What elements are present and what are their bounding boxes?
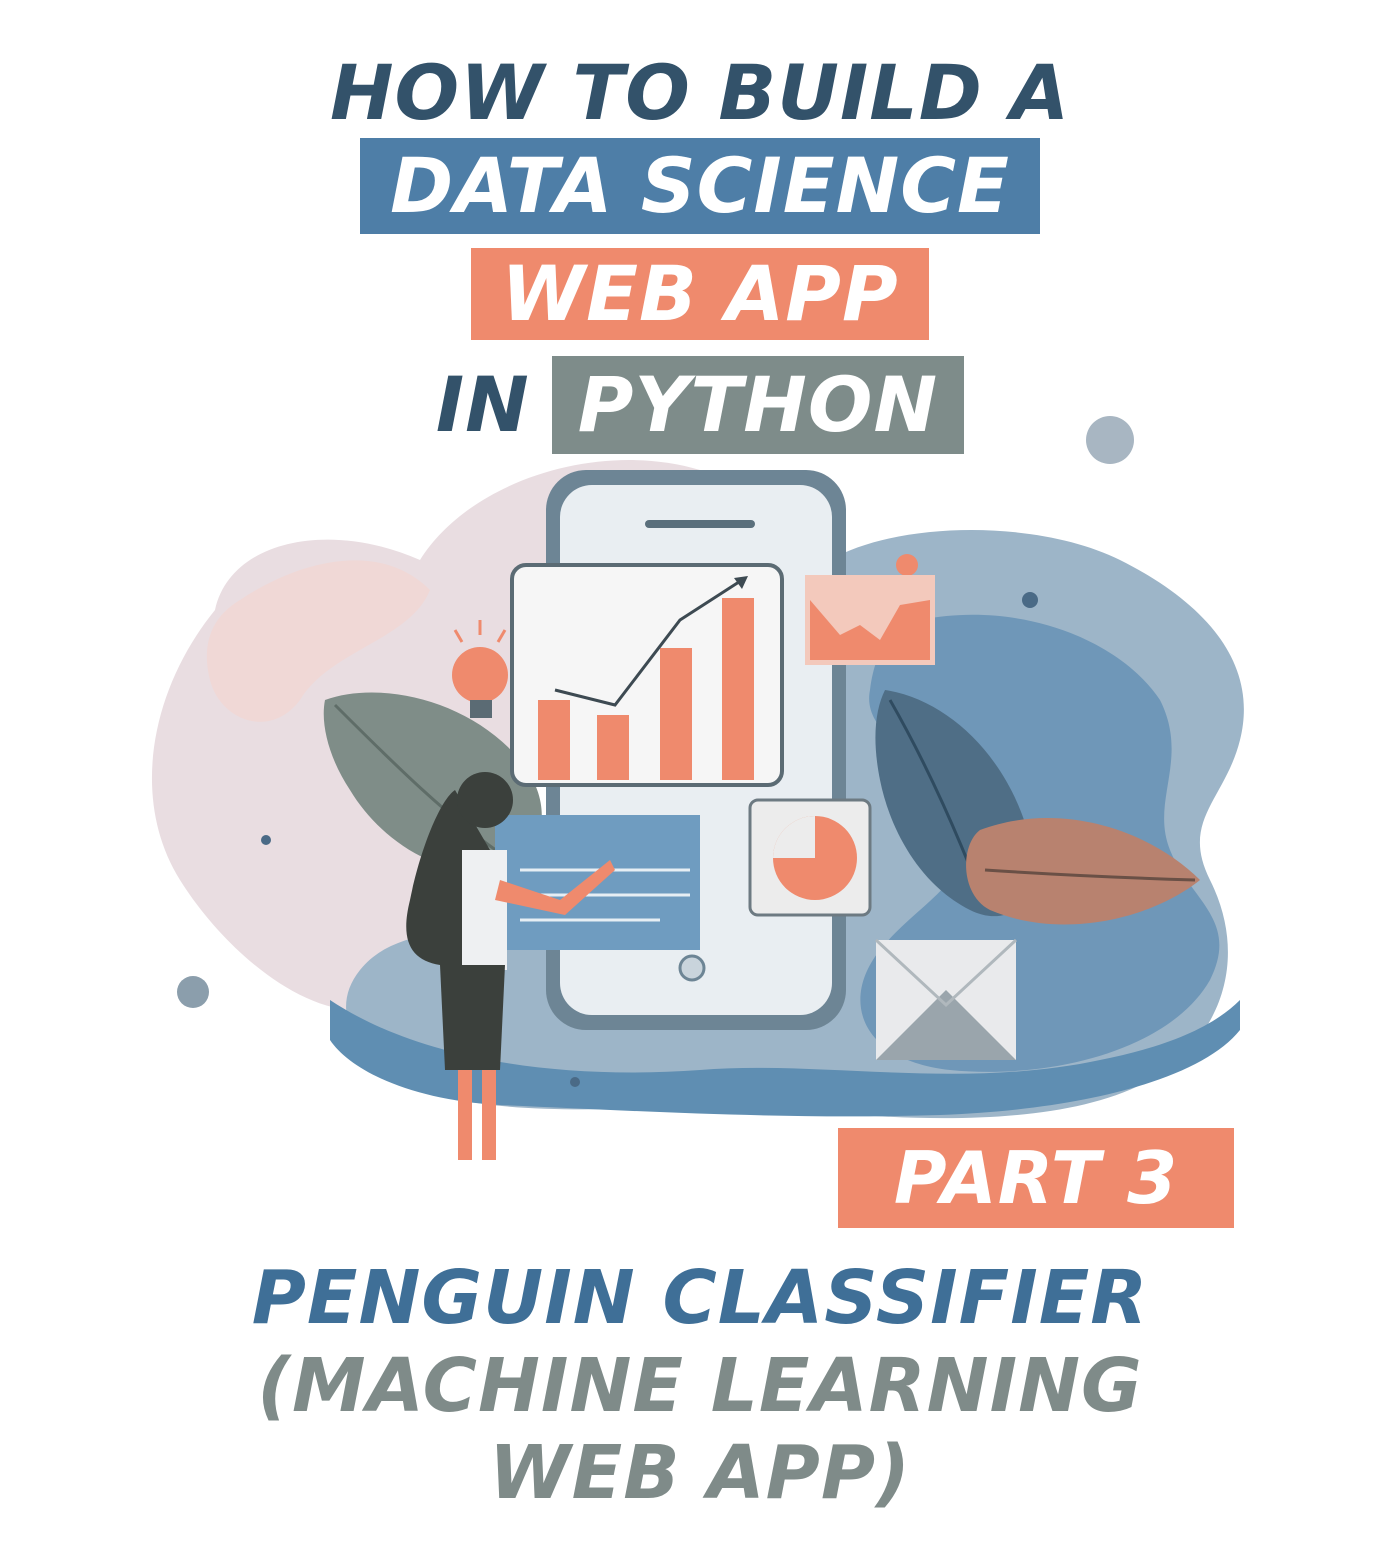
light-bulb-icon (452, 647, 508, 703)
title-highlight-web-app: WEB APP (471, 248, 929, 340)
phone-speaker (645, 520, 755, 528)
decorative-dot (1022, 592, 1038, 608)
subtitle-line-1: PENGUIN CLASSIFIER (251, 1255, 1149, 1341)
decorative-dot (896, 554, 918, 576)
part-badge: PART 3 (838, 1128, 1234, 1228)
title-line-1: HOW TO BUILD A (329, 48, 1071, 137)
data-science-illustration (151, 416, 1244, 1160)
phone-home-button (678, 954, 706, 982)
chart-bar (722, 598, 754, 780)
decorative-dot (261, 835, 271, 845)
subtitle-line-3: WEB APP) (489, 1430, 911, 1516)
subtitle-line-2: (MACHINE LEARNING (257, 1343, 1143, 1429)
decorative-dot (1086, 416, 1134, 464)
decorative-dot (177, 976, 209, 1008)
title-line-3: WEB APP (0, 248, 1400, 340)
chart-bar (660, 648, 692, 780)
title-line-2: DATA SCIENCE (0, 138, 1400, 234)
decorative-dot (570, 1077, 580, 1087)
chart-bar (597, 715, 629, 780)
chart-bar (538, 700, 570, 780)
title-highlight-data-science: DATA SCIENCE (360, 138, 1040, 234)
